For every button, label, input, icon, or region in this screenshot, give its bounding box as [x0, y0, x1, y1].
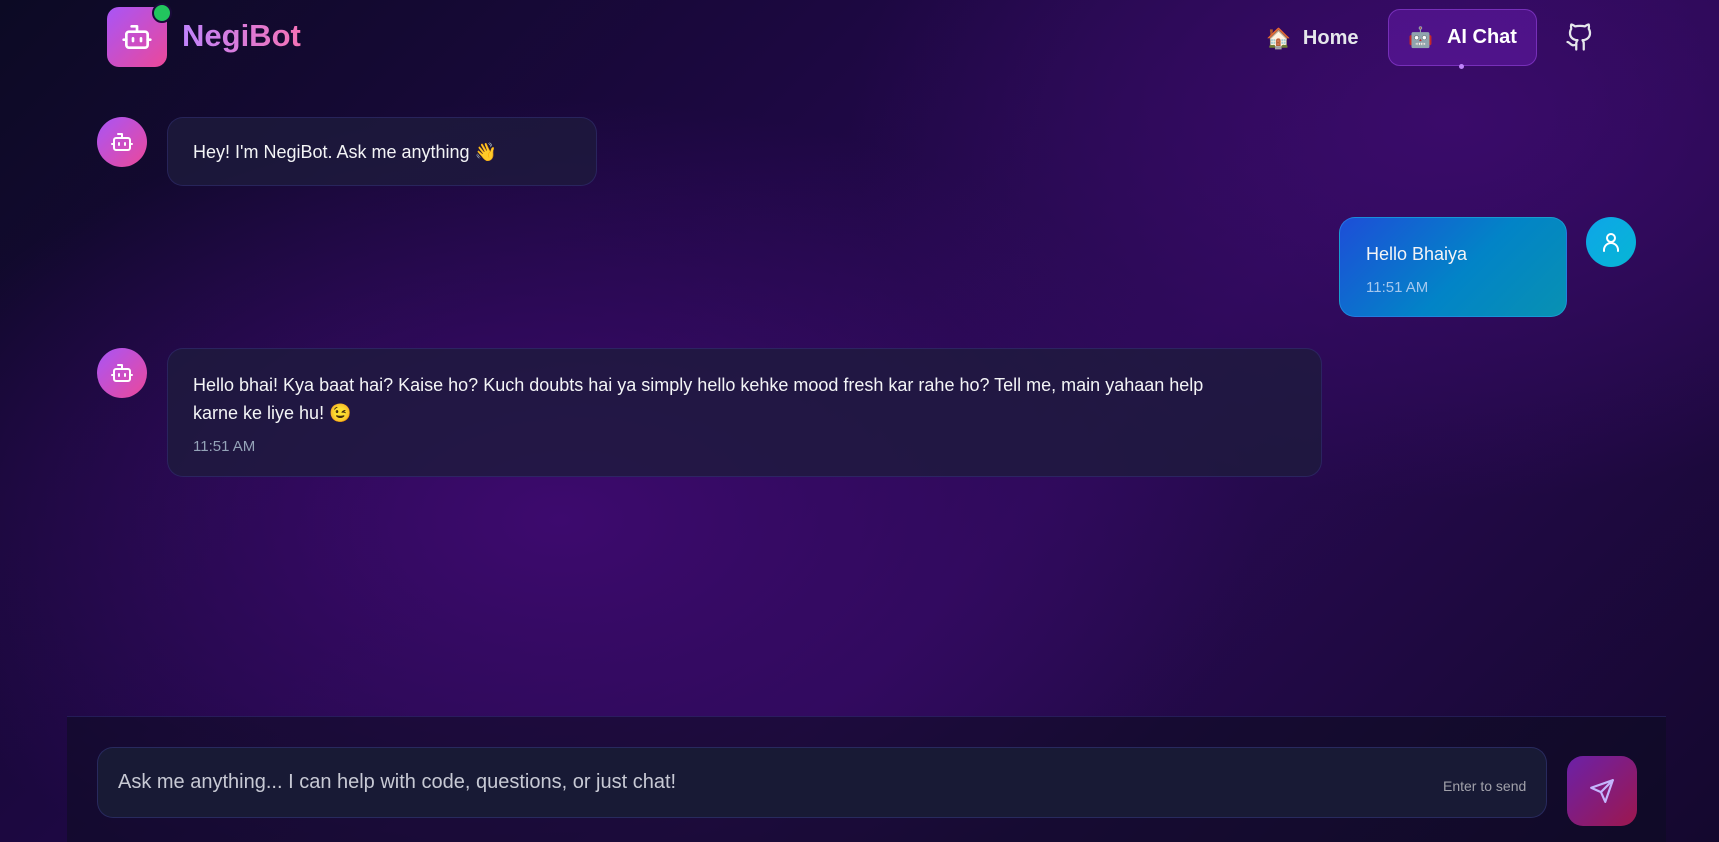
user-icon [1603, 233, 1619, 252]
message-timestamp: 11:51 AM [1366, 279, 1429, 296]
nav-home-label: Home [1302, 26, 1359, 49]
app-header: NegiBot 🏠 Home 🤖 AI Chat [0, 0, 1719, 76]
bot-icon [122, 25, 152, 49]
message-text-line-2: karne ke liye hu! 😉 [193, 403, 352, 423]
user-avatar [1586, 217, 1636, 267]
bot-avatar [97, 117, 147, 167]
github-icon [1566, 23, 1592, 51]
bot-message-bubble: Hello bhai! Kya baat hai? Kaise ho? Kuch… [167, 348, 1322, 477]
message-text: Hello Bhaiya [1366, 244, 1468, 264]
bot-message-bubble: Hey! I'm NegiBot. Ask me anything 👋 [167, 117, 597, 186]
bot-icon [111, 364, 133, 382]
chat-input[interactable] [97, 747, 1547, 818]
github-link[interactable] [1564, 20, 1596, 54]
enter-to-send-hint: Enter to send [1443, 778, 1527, 794]
nav-ai-chat-label: AI Chat [1446, 26, 1517, 48]
brand-name: NegiBot [182, 18, 301, 53]
send-button[interactable] [1567, 756, 1637, 826]
message-timestamp: 11:51 AM [193, 438, 256, 455]
message-text-line-1: Hello bhai! Kya baat hai? Kaise ho? Kuch… [193, 375, 1204, 395]
online-status-dot [152, 3, 172, 23]
message-text: Hey! I'm NegiBot. Ask me anything 👋 [193, 142, 497, 162]
nav-active-indicator [1459, 64, 1464, 69]
user-message-bubble: Hello Bhaiya 11:51 AM [1339, 217, 1567, 317]
home-icon: 🏠 [1266, 27, 1291, 50]
bot-icon [111, 133, 133, 151]
nav-home[interactable]: 🏠 Home [1262, 16, 1362, 60]
send-icon [1590, 779, 1614, 803]
nav-ai-chat[interactable]: 🤖 AI Chat [1388, 9, 1537, 66]
bot-avatar [97, 348, 147, 398]
robot-icon: 🤖 [1408, 27, 1433, 49]
